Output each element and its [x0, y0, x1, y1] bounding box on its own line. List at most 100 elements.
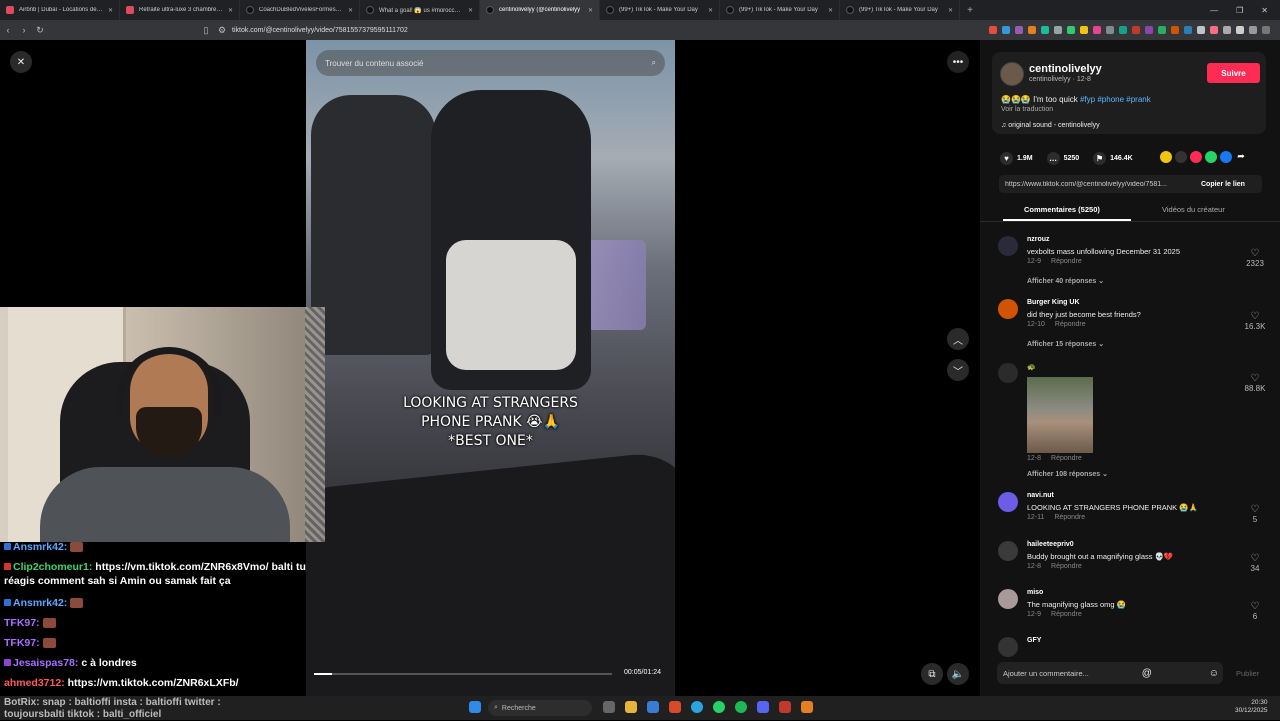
app-icon[interactable]: [779, 701, 791, 713]
browser-tab[interactable]: Retraite ultra-luxe 3 chambres avec ✕: [120, 0, 240, 20]
forward-icon[interactable]: ›: [16, 25, 32, 35]
chat-username[interactable]: Clip2chomeur1:: [13, 561, 92, 573]
comment-avatar[interactable]: [998, 299, 1018, 319]
bookmark-icon[interactable]: ▯: [198, 25, 214, 36]
comment-like-button[interactable]: ♡ 16.3K: [1240, 311, 1270, 331]
close-tab-icon[interactable]: ✕: [828, 7, 833, 14]
tab-comments[interactable]: Commentaires (5250): [1024, 205, 1100, 214]
extension-icon[interactable]: [1145, 26, 1153, 34]
show-replies-button[interactable]: Afficher 108 réponses ⌄: [1027, 470, 1108, 478]
comment-like-button[interactable]: ♡ 6: [1240, 601, 1270, 621]
extension-icon[interactable]: [1041, 26, 1049, 34]
comment-avatar[interactable]: [998, 492, 1018, 512]
extension-icon[interactable]: [1236, 26, 1244, 34]
hashtag-link[interactable]: #prank: [1126, 95, 1150, 104]
extension-icon[interactable]: [1093, 26, 1101, 34]
facebook-icon[interactable]: [1220, 151, 1232, 163]
extension-icon[interactable]: [1158, 26, 1166, 34]
extension-icon[interactable]: [1106, 26, 1114, 34]
extension-icon[interactable]: [1262, 26, 1270, 34]
close-tab-icon[interactable]: ✕: [708, 7, 713, 14]
extension-icon[interactable]: [1223, 26, 1231, 34]
reload-icon[interactable]: ↻: [32, 25, 48, 36]
comment-image[interactable]: [1027, 377, 1093, 453]
whatsapp-icon[interactable]: [713, 701, 725, 713]
comment-avatar[interactable]: [998, 541, 1018, 561]
extension-icon[interactable]: [1171, 26, 1179, 34]
browser-tab[interactable]: Airbnb | Dubaï - Locations de vacanc ✕: [0, 0, 120, 20]
send-icon[interactable]: [1190, 151, 1202, 163]
chat-username[interactable]: ahmed3712:: [4, 677, 65, 689]
like-button[interactable]: ♥ 1.9M: [1000, 151, 1033, 165]
translate-link[interactable]: Voir la traduction: [1001, 106, 1053, 113]
chat-username[interactable]: TFK97:: [4, 637, 40, 649]
close-tab-icon[interactable]: ✕: [948, 7, 953, 14]
extension-icon[interactable]: [1028, 26, 1036, 34]
repost-icon[interactable]: [1160, 151, 1172, 163]
emoji-icon[interactable]: ☺: [1209, 668, 1223, 679]
browser-tab[interactable]: (99+) TikTok - Make Your Day ✕: [840, 0, 960, 20]
comment-like-button[interactable]: ♡ 5: [1240, 504, 1270, 524]
reply-button[interactable]: Répondre: [1054, 514, 1085, 521]
extension-icon[interactable]: [1249, 26, 1257, 34]
close-window-icon[interactable]: ✕: [1261, 6, 1268, 15]
chat-username[interactable]: TFK97:: [4, 617, 40, 629]
extension-icon[interactable]: [989, 26, 997, 34]
taskbar-search[interactable]: ⌕ Recherche: [488, 700, 592, 716]
extension-icon[interactable]: [1002, 26, 1010, 34]
store-icon[interactable]: [647, 701, 659, 713]
reply-button[interactable]: Répondre: [1051, 455, 1082, 462]
comment-like-button[interactable]: ♡ 2323: [1240, 248, 1270, 268]
reply-button[interactable]: Répondre: [1055, 321, 1086, 328]
browser-tab[interactable]: What a goal! 😱 us #morocco #elka ✕: [360, 0, 480, 20]
progress-bar[interactable]: [314, 673, 612, 675]
volume-icon[interactable]: 🔈: [947, 663, 969, 685]
extension-icon[interactable]: [1184, 26, 1192, 34]
close-tab-icon[interactable]: ✕: [468, 7, 473, 14]
app-icon[interactable]: [801, 701, 813, 713]
copy-link-button[interactable]: Copier le lien: [1201, 181, 1245, 188]
related-search-input[interactable]: Trouver du contenu associé ⌕: [316, 50, 665, 76]
hashtag-link[interactable]: #phone: [1097, 95, 1124, 104]
browser-tab[interactable]: centinolivelyy (@centinolivelyy ✕: [480, 0, 600, 20]
share-icon[interactable]: ➦: [1235, 151, 1247, 163]
hashtag-link[interactable]: #fyp: [1080, 95, 1095, 104]
windows-start-icon[interactable]: [469, 701, 481, 713]
extension-icon[interactable]: [1197, 26, 1205, 34]
mention-icon[interactable]: @: [1142, 668, 1156, 679]
comment-avatar[interactable]: [998, 589, 1018, 609]
follow-button[interactable]: Suivre: [1207, 63, 1260, 83]
comment-author[interactable]: Burger King UK: [1027, 299, 1080, 306]
whatsapp-icon[interactable]: [1205, 151, 1217, 163]
reply-button[interactable]: Répondre: [1051, 611, 1082, 618]
more-options-icon[interactable]: •••: [947, 51, 969, 73]
comment-author[interactable]: haileeteepriv0: [1027, 541, 1074, 548]
reply-button[interactable]: Répondre: [1051, 258, 1082, 265]
sound-link[interactable]: ♫ original sound - centinolivelyy: [1001, 122, 1100, 129]
file-explorer-icon[interactable]: [625, 701, 637, 713]
browser-tab[interactable]: (99+) TikTok - Make Your Day ✕: [600, 0, 720, 20]
extension-icon[interactable]: [1054, 26, 1062, 34]
comment-avatar[interactable]: [998, 363, 1018, 383]
task-view-icon[interactable]: [603, 701, 615, 713]
chat-username[interactable]: Ansmrk42:: [13, 597, 67, 609]
telegram-icon[interactable]: [691, 701, 703, 713]
comment-author[interactable]: nzrouz: [1027, 236, 1050, 243]
close-tab-icon[interactable]: ✕: [348, 7, 353, 14]
embed-icon[interactable]: [1175, 151, 1187, 163]
url-field[interactable]: tiktok.com/@centinolivelyy/video/7581557…: [232, 27, 408, 34]
chevron-down-icon[interactable]: ﹀: [947, 359, 969, 381]
comment-like-button[interactable]: ♡ 88.8K: [1240, 373, 1270, 393]
comment-input[interactable]: Ajouter un commentaire... @ ☺: [997, 662, 1223, 684]
close-tab-icon[interactable]: ✕: [108, 7, 113, 14]
chat-username[interactable]: Jesaispas78:: [13, 657, 78, 669]
spotify-icon[interactable]: [735, 701, 747, 713]
back-icon[interactable]: ‹: [0, 25, 16, 35]
comment-button[interactable]: … 5250: [1046, 151, 1079, 165]
new-tab-icon[interactable]: +: [960, 5, 980, 16]
close-tab-icon[interactable]: ✕: [228, 7, 233, 14]
extension-icon[interactable]: [1015, 26, 1023, 34]
extension-icon[interactable]: [1067, 26, 1075, 34]
maximize-icon[interactable]: ❐: [1236, 6, 1243, 15]
close-icon[interactable]: ✕: [10, 51, 32, 73]
